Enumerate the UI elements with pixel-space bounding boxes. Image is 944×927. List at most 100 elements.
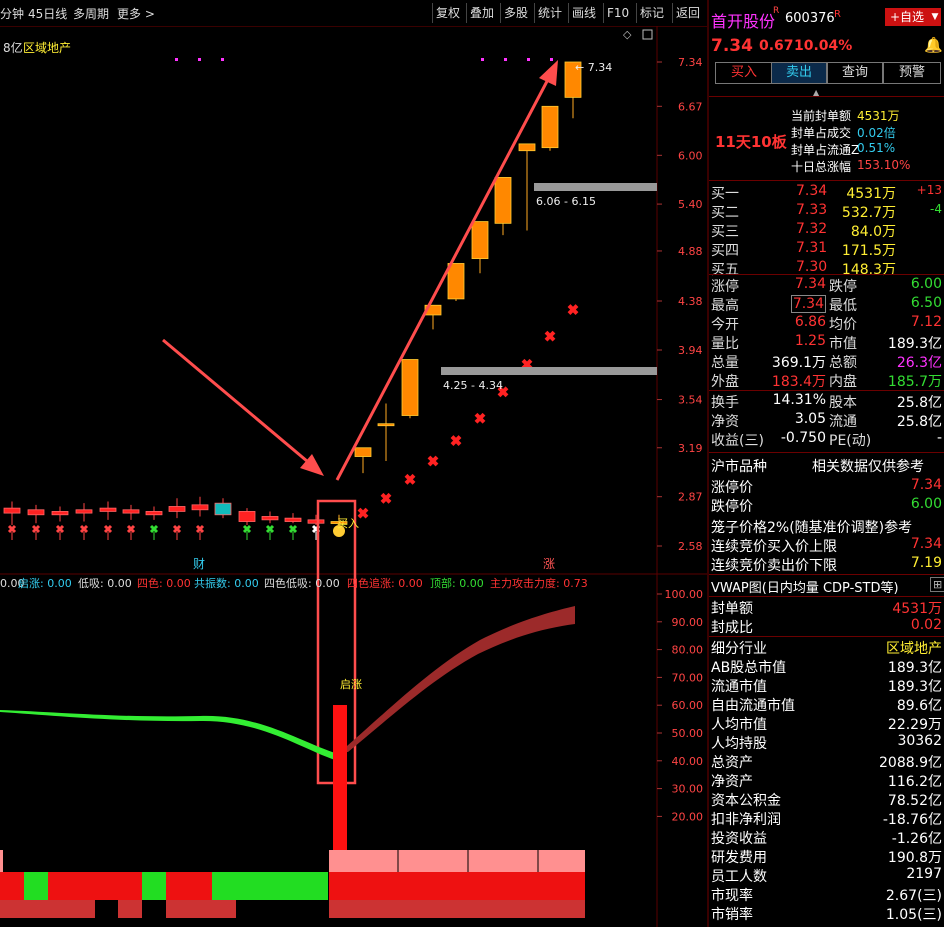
stat-row: 涨停 7.34 跌停 6.00: [711, 276, 944, 295]
price-tick-label: 2.87: [678, 491, 703, 504]
indicator-value: 四色低吸: 0.00: [264, 576, 340, 590]
stop-markers: [357, 304, 579, 519]
vwap-title[interactable]: VWAP图(日内均量 CDP-STD等): [711, 577, 899, 596]
candle-body: [377, 423, 395, 427]
price-tick-label: 3.54: [678, 394, 703, 407]
multi-period-button[interactable]: 多周期: [73, 5, 109, 22]
buy-button[interactable]: 买入: [715, 62, 773, 84]
seal-key: 当前封单额: [791, 109, 852, 123]
candle-body: [51, 511, 69, 516]
bid-volume: 4531万: [846, 186, 896, 202]
signal-dot: [504, 58, 507, 61]
limit-key: 跌停价: [711, 499, 753, 515]
osc-tick-label: 60.00: [672, 699, 704, 712]
auction-value: 7.34: [910, 536, 942, 552]
chart-toolbar: 分钟 45日线 多周期 更多 > 复权 叠加 多股 统计 画线 F10 标记 返…: [0, 0, 707, 27]
statistics-button[interactable]: 统计: [534, 3, 565, 23]
info-row: 员工人数 2197: [711, 866, 944, 885]
info-key: 总资产: [711, 755, 753, 771]
zone-low-bar: [441, 367, 657, 375]
limit-row: 跌停价 6.00: [711, 496, 944, 515]
signal-dot: [198, 58, 201, 61]
candle-body: [307, 519, 325, 524]
info-row: 研发费用 190.8万: [711, 847, 944, 866]
candle-body: [238, 511, 256, 522]
price-tick-label: 3.94: [678, 344, 703, 357]
seal-key: 封单占流通Z: [791, 143, 860, 157]
mark-button[interactable]: 标记: [636, 3, 667, 23]
stop-marker: [427, 455, 439, 467]
info-row: 扣非净利润 -18.76亿: [711, 809, 944, 828]
stat-key: 外盘: [711, 374, 739, 390]
multi-stock-button[interactable]: 多股: [500, 3, 531, 23]
stock-flag: R: [834, 9, 841, 20]
add-watchlist-button[interactable]: +自选: [885, 8, 929, 26]
sell-button[interactable]: 卖出: [771, 62, 827, 84]
kline-chart[interactable]: 8亿 区域地产 ◇ 7.34 6.67 6.00 5.40 4.88 4.38 3.94 3.…: [0, 26, 707, 927]
candle-body: [447, 263, 465, 300]
price-tick-label: 4.88: [678, 245, 703, 258]
back-button[interactable]: 返回: [672, 3, 703, 23]
info-value: 2197: [906, 866, 942, 882]
stat-key: 涨停: [711, 279, 739, 295]
stat-value: 185.7万: [887, 374, 942, 390]
query-button[interactable]: 查询: [827, 62, 883, 84]
cross-marker: [265, 524, 275, 540]
bid-level: 买一: [711, 186, 739, 202]
info-row: 市现率 2.67(三): [711, 885, 944, 904]
bid-delta: +13: [916, 183, 942, 197]
bell-icon[interactable]: 🔔: [924, 36, 943, 54]
overlay-button[interactable]: 叠加: [466, 3, 497, 23]
stat-key: 今开: [711, 317, 739, 333]
info-value: 30362: [897, 733, 942, 749]
alert-button[interactable]: 预警: [883, 62, 941, 84]
period-45day[interactable]: 45日线: [28, 5, 67, 22]
fuquan-button[interactable]: 复权: [432, 3, 463, 23]
stat-value: 369.1万: [771, 355, 826, 371]
stat-value: 14.31%: [772, 392, 826, 408]
price-change-pct: 10.04%: [794, 38, 853, 54]
price-tick-label: 6.00: [678, 149, 703, 162]
draw-line-button[interactable]: 画线: [568, 3, 599, 23]
fund-row: 封单额 4531万: [711, 598, 944, 617]
stat-key: 量比: [711, 336, 739, 352]
chart-icon[interactable]: ⊞: [930, 577, 944, 592]
stat-key: 均价: [829, 317, 857, 333]
stop-marker: [380, 492, 392, 504]
price-tick-label: 5.40: [678, 198, 703, 211]
info-key: 扣非净利润: [711, 812, 781, 828]
period-minute[interactable]: 分钟: [0, 5, 24, 22]
arrow-down-line: [162, 338, 321, 474]
indicator-value: 主力攻击力度: 0.73: [490, 576, 588, 590]
stock-code: 600376: [785, 11, 835, 26]
info-key: 员工人数: [711, 869, 767, 885]
info-row: 自由流通市值 89.6亿: [711, 695, 944, 714]
stat-row: 换手 14.31% 股本 25.8亿: [711, 392, 944, 411]
zhang-label: 涨: [543, 556, 555, 571]
stat-value: 6.50: [910, 295, 942, 311]
osc-tick-label: 40.00: [672, 755, 704, 768]
bid-price: 7.31: [796, 240, 828, 256]
bid-volume: 171.5万: [841, 243, 896, 259]
info-key: 资本公积金: [711, 793, 781, 809]
signal-dot: [175, 58, 178, 61]
stat-value: 25.8亿: [896, 395, 942, 411]
cross-marker: [79, 524, 89, 540]
bottom-signal-markers: [7, 524, 345, 540]
candle-body: [3, 507, 21, 514]
qizhang-bar: [333, 705, 347, 850]
osc-tick-label: 20.00: [672, 810, 704, 823]
bid-delta: -4: [930, 202, 942, 216]
stat-row: 外盘 183.4万 内盘 185.7万: [711, 371, 944, 390]
stop-marker: [474, 412, 486, 424]
stat-value: 3.05: [794, 411, 826, 427]
more-button[interactable]: 更多 >: [117, 5, 155, 22]
diamond-icon[interactable]: ◇: [623, 28, 632, 41]
price-tick-label: 3.19: [678, 442, 703, 455]
maximize-icon[interactable]: [642, 29, 653, 40]
indicator-value: 低吸: 0.00: [78, 577, 132, 590]
stat-row: 总量 369.1万 总额 26.3亿: [711, 352, 944, 371]
f10-button[interactable]: F10: [603, 3, 632, 23]
stat-value: 6.00: [910, 276, 942, 292]
chevron-down-icon[interactable]: ▼: [929, 8, 941, 26]
